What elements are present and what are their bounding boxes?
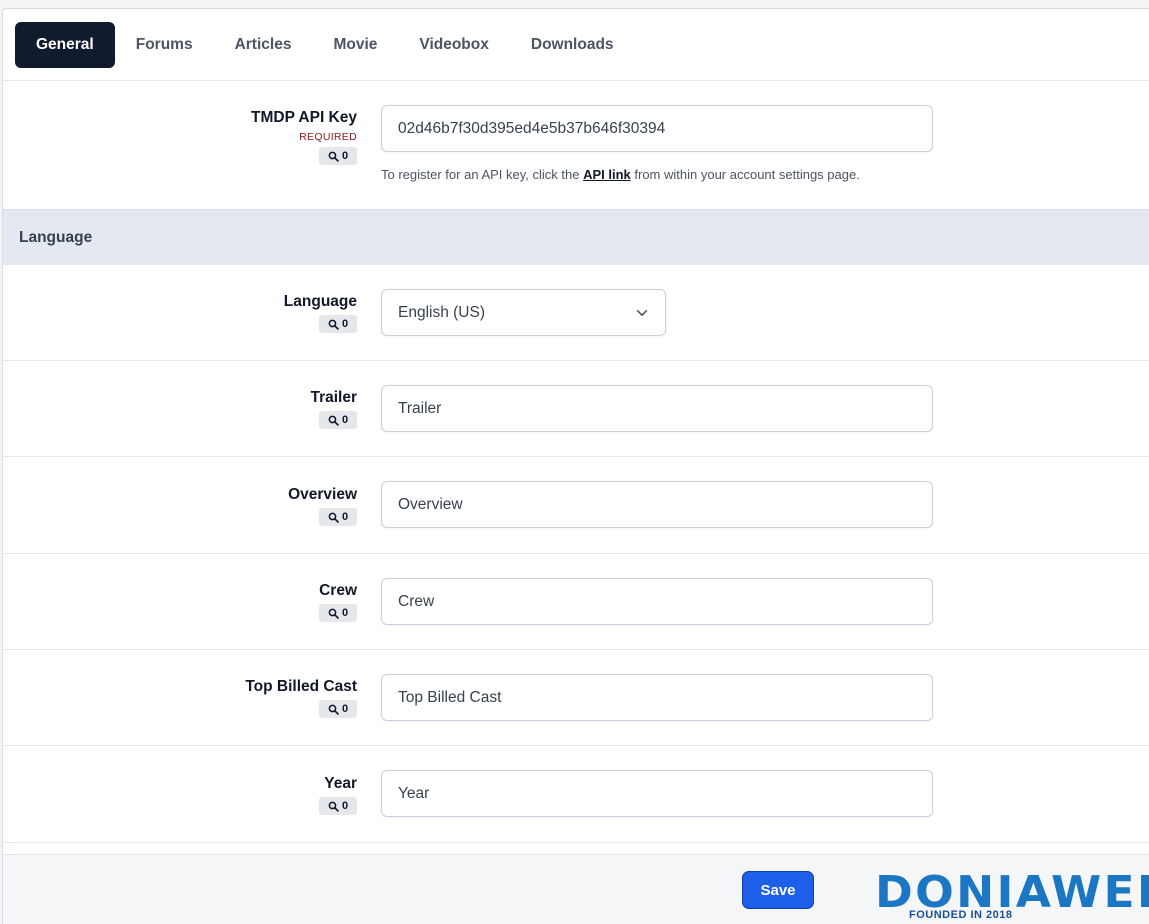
search-icon — [328, 801, 339, 812]
search-icon — [328, 608, 339, 619]
section-header-language: Language — [3, 209, 1149, 265]
search-icon — [328, 415, 339, 426]
overview-label: Overview — [288, 486, 357, 503]
api-link[interactable]: API link — [583, 167, 631, 182]
settings-panel: General Forums Articles Movie Videobox D… — [2, 8, 1149, 924]
trailer-search-badge[interactable]: 0 — [319, 411, 357, 429]
trailer-label-group: Trailer 0 — [310, 389, 357, 431]
search-count: 0 — [341, 703, 349, 715]
trailer-row: Trailer 0 — [3, 361, 1149, 457]
top-billed-cast-row: Top Billed Cast 0 — [3, 650, 1149, 746]
hint-text-before: To register for an API key, click the — [381, 167, 584, 182]
tab-downloads[interactable]: Downloads — [510, 22, 635, 68]
chevron-down-icon — [636, 309, 648, 316]
search-count: 0 — [341, 318, 349, 330]
watermark-brand: DONIAWEB — [875, 867, 1149, 918]
overview-row: Overview 0 — [3, 457, 1149, 554]
api-key-label-group: TMDP API Key REQUIRED 0 — [251, 109, 357, 167]
save-button[interactable]: Save — [742, 871, 814, 909]
language-search-badge[interactable]: 0 — [319, 315, 357, 333]
search-icon — [328, 319, 339, 330]
required-indicator: REQUIRED — [299, 131, 357, 143]
top-billed-cast-label: Top Billed Cast — [245, 678, 357, 695]
language-label: Language — [283, 293, 357, 310]
tab-videobox[interactable]: Videobox — [398, 22, 509, 68]
tab-bar: General Forums Articles Movie Videobox D… — [3, 9, 1149, 81]
top-billed-cast-label-group: Top Billed Cast 0 — [245, 678, 357, 720]
api-key-hint: To register for an API key, click the AP… — [381, 167, 860, 182]
language-label-group: Language 0 — [284, 293, 357, 335]
search-count: 0 — [341, 800, 349, 812]
form-footer: Save DONIAWEB FOUNDED IN 2018 — [3, 854, 1149, 924]
api-key-row: TMDP API Key REQUIRED 0 To register for … — [3, 81, 1149, 209]
year-search-badge[interactable]: 0 — [319, 797, 357, 815]
top-billed-cast-search-badge[interactable]: 0 — [319, 700, 357, 718]
crew-label: Crew — [319, 582, 357, 599]
crew-input[interactable] — [381, 578, 933, 625]
tab-forums[interactable]: Forums — [115, 22, 214, 68]
search-count: 0 — [341, 150, 349, 162]
search-icon — [328, 512, 339, 523]
language-selected-value: English (US) — [398, 303, 485, 321]
overview-search-badge[interactable]: 0 — [319, 508, 357, 526]
language-select[interactable]: English (US) — [381, 289, 666, 336]
api-key-label: TMDP API Key — [251, 109, 357, 126]
search-count: 0 — [341, 511, 349, 523]
overview-input[interactable] — [381, 481, 933, 528]
watermark-tagline: FOUNDED IN 2018 — [909, 909, 1013, 921]
search-icon — [328, 151, 339, 162]
tab-movie[interactable]: Movie — [312, 22, 398, 68]
year-label-group: Year 0 — [319, 775, 357, 817]
crew-row: Crew 0 — [3, 554, 1149, 650]
api-key-input[interactable] — [381, 105, 933, 152]
tab-general[interactable]: General — [15, 21, 115, 68]
overview-label-group: Overview 0 — [288, 486, 357, 528]
search-count: 0 — [341, 607, 349, 619]
crew-search-badge[interactable]: 0 — [319, 604, 357, 622]
language-row: Language 0 English (US) — [3, 265, 1149, 361]
crew-label-group: Crew 0 — [319, 582, 357, 624]
top-billed-cast-input[interactable] — [381, 674, 933, 721]
year-row: Year 0 — [3, 746, 1149, 843]
api-key-search-badge[interactable]: 0 — [319, 147, 357, 165]
search-icon — [328, 704, 339, 715]
search-count: 0 — [341, 414, 349, 426]
watermark-logo: DONIAWEB FOUNDED IN 2018 — [875, 867, 1149, 924]
hint-text-after: from within your account settings page. — [630, 167, 860, 182]
trailer-label: Trailer — [310, 389, 357, 406]
year-input[interactable] — [381, 770, 933, 817]
trailer-input[interactable] — [381, 385, 933, 432]
tab-articles[interactable]: Articles — [214, 22, 313, 68]
year-label: Year — [324, 775, 357, 792]
